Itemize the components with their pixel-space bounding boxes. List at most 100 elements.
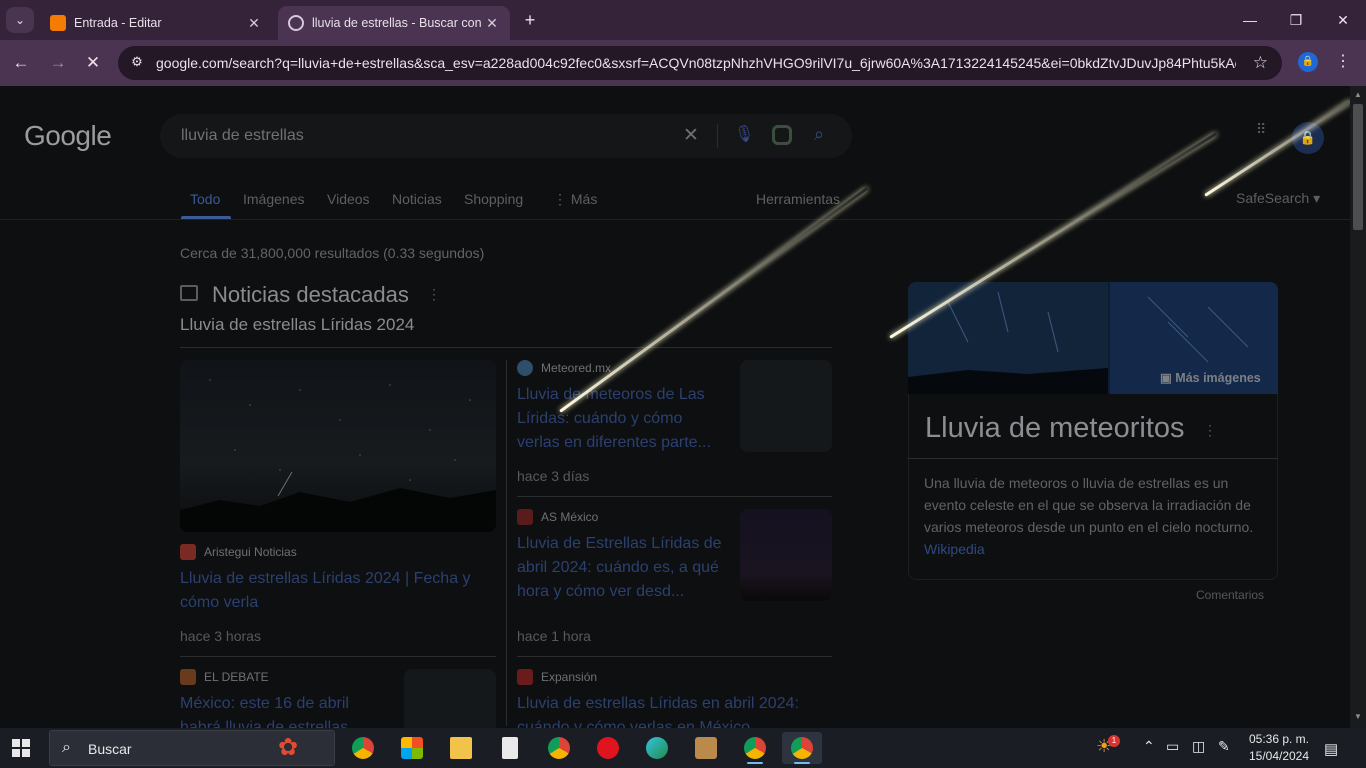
search-highlight-art-icon: ✿ <box>278 734 299 761</box>
mic-icon[interactable]: 🎙 <box>734 124 754 144</box>
el-debate-icon <box>180 669 196 685</box>
store-icon <box>401 737 423 759</box>
description-text: Una lluvia de meteoros o lluvia de estre… <box>924 475 1254 535</box>
apps-grid-icon[interactable]: ⠿ <box>1256 122 1276 136</box>
news-link[interactable]: Lluvia de estrellas Líridas en abril 202… <box>517 692 817 728</box>
pen-icon[interactable]: ✎ <box>1218 738 1230 755</box>
minimize-button[interactable]: — <box>1227 8 1273 32</box>
meet-now-icon[interactable]: ◫ <box>1192 738 1205 755</box>
network-icon[interactable]: ▭ <box>1166 738 1179 755</box>
top-news-subheading: Lluvia de estrellas Líridas 2024 <box>180 315 415 334</box>
wikipedia-link[interactable]: Wikipedia <box>924 541 985 557</box>
windows-start-icon[interactable] <box>12 739 30 757</box>
chevron-down-icon: ▾ <box>1313 190 1321 206</box>
extension-lock-icon[interactable]: 🔒 <box>1298 52 1318 72</box>
clock-time: 05:36 p. m. <box>1248 732 1310 746</box>
browser-frame: ⌄ Entrada - Editar ✕ lluvia de estrellas… <box>0 0 1366 86</box>
store-app-icon[interactable] <box>392 732 432 764</box>
divider <box>180 656 496 657</box>
windows-taskbar: ⌕ Buscar ✿ ☀ 1 ⌃ ▭ ◫ ✎ 05:36 p. m. 15/04… <box>0 728 1366 768</box>
browser-toolbar: ← → ✕ ⚙ google.com/search?q=lluvia+de+es… <box>0 40 1366 86</box>
search-input[interactable]: lluvia de estrellas <box>181 127 304 145</box>
opera-app-icon[interactable] <box>588 732 628 764</box>
restore-button[interactable]: ❐ <box>1273 8 1319 32</box>
address-bar[interactable]: ⚙ google.com/search?q=lluvia+de+estrella… <box>118 46 1282 80</box>
news-source: Expansión <box>541 670 598 684</box>
news-link[interactable]: Lluvia de meteoros de Las Líridas: cuánd… <box>517 383 723 455</box>
knowledge-panel-title: Lluvia de meteoritos <box>925 412 1185 444</box>
chrome-profile-app-icon[interactable] <box>343 732 383 764</box>
forward-button[interactable]: → <box>45 50 71 76</box>
safesearch-button[interactable]: SafeSearch ▾ <box>1236 190 1320 207</box>
tools-button[interactable]: Herramientas <box>756 191 840 207</box>
tab-mas[interactable]: ⋮ Más <box>553 191 597 208</box>
more-options-icon[interactable]: ⋮ <box>427 286 441 303</box>
divider <box>180 347 832 348</box>
results-count: Cerca de 31,800,000 resultados (0.33 seg… <box>180 245 485 261</box>
taskbar-search-placeholder: Buscar <box>88 741 132 757</box>
news-link[interactable]: Lluvia de Estrellas Líridas de abril 202… <box>517 532 723 604</box>
chrome-icon <box>548 737 570 759</box>
tab-shopping[interactable]: Shopping <box>464 191 523 207</box>
url-text[interactable]: google.com/search?q=lluvia+de+estrellas&… <box>156 55 1236 71</box>
browser-menu-icon[interactable]: ⋮ <box>1335 51 1351 71</box>
file-explorer-app-icon[interactable] <box>441 732 481 764</box>
chrome-icon <box>352 737 374 759</box>
divider <box>517 496 832 497</box>
clock[interactable]: 05:36 p. m. 15/04/2024 <box>1244 731 1314 765</box>
edge-app-icon[interactable] <box>637 732 677 764</box>
package-app-icon[interactable] <box>686 732 726 764</box>
chrome-icon <box>744 737 766 759</box>
news-thumbnail[interactable] <box>404 669 496 728</box>
back-button[interactable]: ← <box>8 50 34 76</box>
tab-title: lluvia de estrellas - Buscar con Google <box>312 16 484 30</box>
tab-imagenes[interactable]: Imágenes <box>243 191 304 207</box>
notepad-app-icon[interactable] <box>490 732 530 764</box>
close-window-button[interactable]: ✕ <box>1320 8 1366 32</box>
taskbar-search[interactable]: ⌕ Buscar ✿ <box>49 730 335 766</box>
tab-blogger[interactable]: Entrada - Editar ✕ <box>40 6 272 40</box>
tab-todo[interactable]: Todo <box>190 191 220 207</box>
news-link[interactable]: México: este 16 de abril habrá lluvia de… <box>180 692 380 728</box>
tab-close-button[interactable]: ✕ <box>484 15 500 32</box>
bookmark-star-icon[interactable]: ☆ <box>1253 53 1268 73</box>
new-tab-button[interactable]: + <box>520 10 540 30</box>
clear-icon[interactable]: ✕ <box>683 124 699 147</box>
google-logo[interactable]: Google <box>24 120 112 152</box>
page-scrollbar[interactable]: ▲ ▼ <box>1350 86 1366 728</box>
knowledge-panel-description: Una lluvia de meteoros o lluvia de estre… <box>924 472 1264 560</box>
lens-icon[interactable] <box>772 125 792 145</box>
search-tabs: Todo Imágenes Videos Noticias Shopping ⋮… <box>0 186 1350 220</box>
tab-search-button[interactable]: ⌄ <box>6 7 34 33</box>
chrome-app-icon[interactable] <box>539 732 579 764</box>
more-images-button[interactable]: ▣ Más imágenes <box>1160 370 1261 385</box>
search-box[interactable]: lluvia de estrellas ✕ 🎙 ⌕ <box>160 114 852 158</box>
feedback-link[interactable]: Comentarios <box>1196 588 1264 602</box>
notifications-icon[interactable]: ▤ <box>1324 740 1338 758</box>
news-time: hace 3 días <box>517 468 590 484</box>
tab-google-search[interactable]: lluvia de estrellas - Buscar con Google … <box>278 6 510 40</box>
news-image-large[interactable] <box>180 360 496 532</box>
tab-noticias[interactable]: Noticias <box>392 191 442 207</box>
news-source: Meteored.mx <box>541 361 612 375</box>
tab-videos[interactable]: Videos <box>327 191 370 207</box>
show-hidden-icons-chevron-icon[interactable]: ⌃ <box>1143 738 1155 755</box>
tab-close-button[interactable]: ✕ <box>246 15 262 32</box>
search-icon: ⌕ <box>62 739 71 756</box>
chrome-window-icon[interactable] <box>735 732 775 764</box>
news-link[interactable]: Lluvia de estrellas Líridas 2024 | Fecha… <box>180 567 490 615</box>
scroll-up-arrow[interactable]: ▲ <box>1353 90 1363 100</box>
newspaper-icon <box>180 285 198 301</box>
stop-loading-button[interactable]: ✕ <box>80 50 106 76</box>
meteor-streak <box>1204 99 1350 197</box>
site-info-icon[interactable]: ⚙ <box>128 54 146 72</box>
more-options-icon[interactable]: ⋮ <box>1203 422 1217 439</box>
search-icon[interactable]: ⌕ <box>814 124 824 145</box>
news-thumbnail[interactable] <box>740 509 832 601</box>
scroll-thumb[interactable] <box>1353 104 1363 230</box>
aristegui-icon <box>180 544 196 560</box>
safesearch-label: SafeSearch <box>1236 190 1310 206</box>
news-thumbnail[interactable] <box>740 360 832 452</box>
chrome-active-window-icon[interactable] <box>782 732 822 764</box>
scroll-down-arrow[interactable]: ▼ <box>1353 712 1363 722</box>
